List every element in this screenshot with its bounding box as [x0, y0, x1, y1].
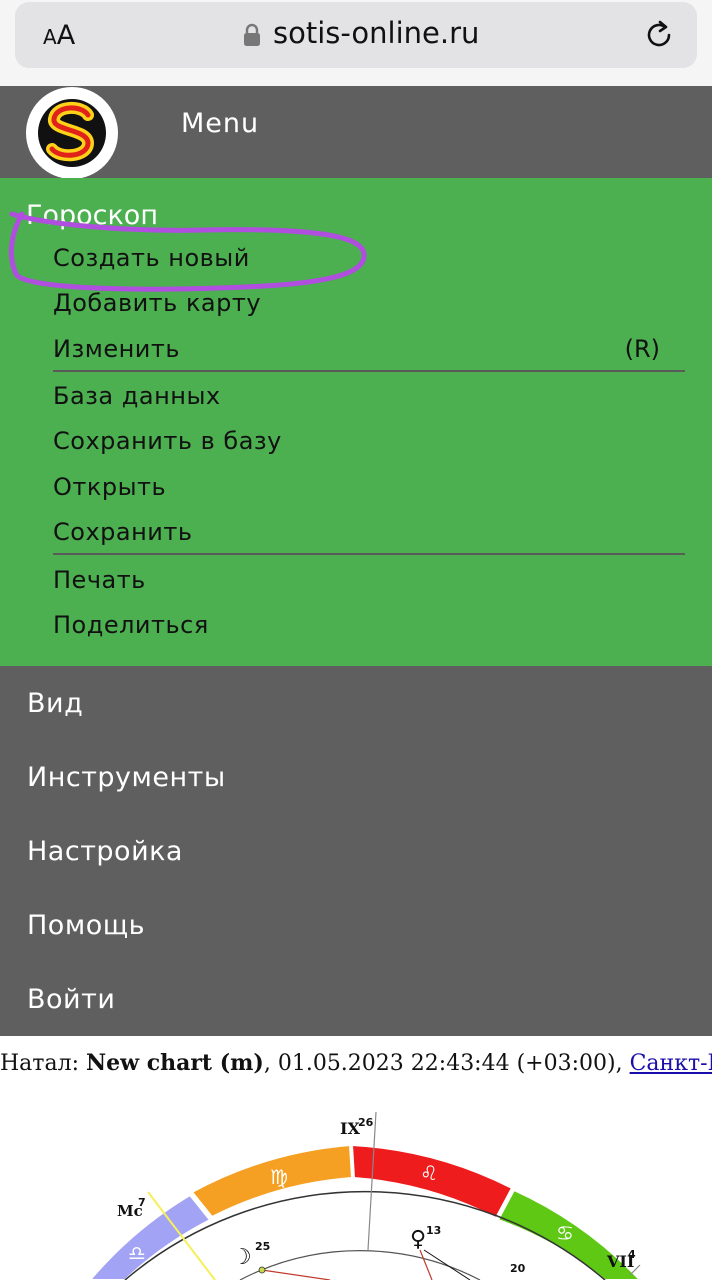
menu-item-print[interactable]: Печать — [53, 566, 146, 594]
menu-item-open[interactable]: Открыть — [53, 473, 166, 501]
moon-icon: ☽ — [232, 1245, 252, 1270]
cancer-icon: ♋ — [556, 1221, 574, 1245]
menu-item-share[interactable]: Поделиться — [53, 611, 209, 639]
menu-login[interactable]: Войти — [27, 984, 115, 1015]
text-size-small-glyph: A — [43, 25, 57, 49]
menu-separator — [53, 553, 685, 555]
moon-point — [258, 1266, 266, 1274]
reload-icon[interactable] — [642, 18, 676, 52]
house-ring — [239, 1250, 481, 1280]
lock-icon — [244, 23, 260, 46]
ix-degree: 26 — [358, 1116, 374, 1129]
text-size-big-glyph: A — [56, 20, 76, 51]
natal-prefix: Натал: — [0, 1051, 86, 1076]
menu-item-add-chart[interactable]: Добавить карту — [53, 289, 261, 317]
menu-item-edit[interactable]: Изменить — [53, 335, 180, 363]
url-text[interactable]: sotis-online.ru — [273, 16, 479, 50]
sign-segment-libra — [88, 1193, 212, 1280]
horoscope-menu-panel: Гороскоп Создать новый Добавить карту Из… — [0, 178, 712, 666]
aspect-line — [423, 1249, 471, 1280]
address-bar[interactable]: AA sotis-online.ru — [15, 2, 697, 68]
natal-chart-wheel[interactable]: ♍ ♌ ♋ ♎ IX 26 Mc 7 VII 4 ☽ 25 ♀ 13 20 — [0, 1100, 712, 1280]
venus-icon: ♀ — [410, 1227, 426, 1252]
browser-bar: AA sotis-online.ru — [0, 0, 712, 86]
mc-degree: 7 — [138, 1196, 146, 1209]
menu-item-save-to-database[interactable]: Сохранить в базу — [53, 427, 282, 455]
menu-view[interactable]: Вид — [27, 688, 83, 719]
menu-item-save[interactable]: Сохранить — [53, 518, 193, 546]
main-menu-panel: Вид Инструменты Настройка Помощь Войти — [0, 666, 712, 1036]
libra-icon: ♎ — [128, 1241, 146, 1265]
vii-degree: 4 — [628, 1248, 636, 1261]
menu-item-database[interactable]: База данных — [53, 382, 221, 410]
menu-separator — [53, 370, 685, 372]
sotis-logo[interactable] — [26, 87, 118, 179]
virgo-icon: ♍ — [270, 1165, 288, 1189]
menu-settings[interactable]: Настройка — [27, 836, 183, 867]
natal-chart-name: New chart (m) — [85, 1050, 264, 1076]
sotis-logo-graphic — [38, 99, 106, 167]
leo-icon: ♌ — [420, 1161, 438, 1185]
aspect-line — [261, 1269, 331, 1280]
planet-degree: 20 — [510, 1262, 526, 1275]
horoscope-menu-title[interactable]: Гороскоп — [26, 200, 158, 231]
menu-toggle[interactable]: Menu — [181, 108, 259, 139]
natal-place-link[interactable]: Санкт-Пет — [630, 1051, 712, 1076]
menu-tools[interactable]: Инструменты — [27, 762, 226, 793]
venus-degree: 13 — [426, 1224, 441, 1237]
site-header: Menu — [0, 86, 712, 179]
menu-item-create-new[interactable]: Создать новый — [53, 244, 250, 272]
menu-item-edit-shortcut: (R) — [624, 335, 660, 363]
moon-degree: 25 — [255, 1240, 270, 1253]
text-size-button[interactable]: AA — [43, 20, 75, 51]
natal-datetime: , 01.05.2023 22:43:44 (+03:00), — [263, 1051, 630, 1076]
natal-info-line: Натал: New chart (m), 01.05.2023 22:43:4… — [0, 1050, 712, 1076]
menu-help[interactable]: Помощь — [27, 910, 145, 941]
